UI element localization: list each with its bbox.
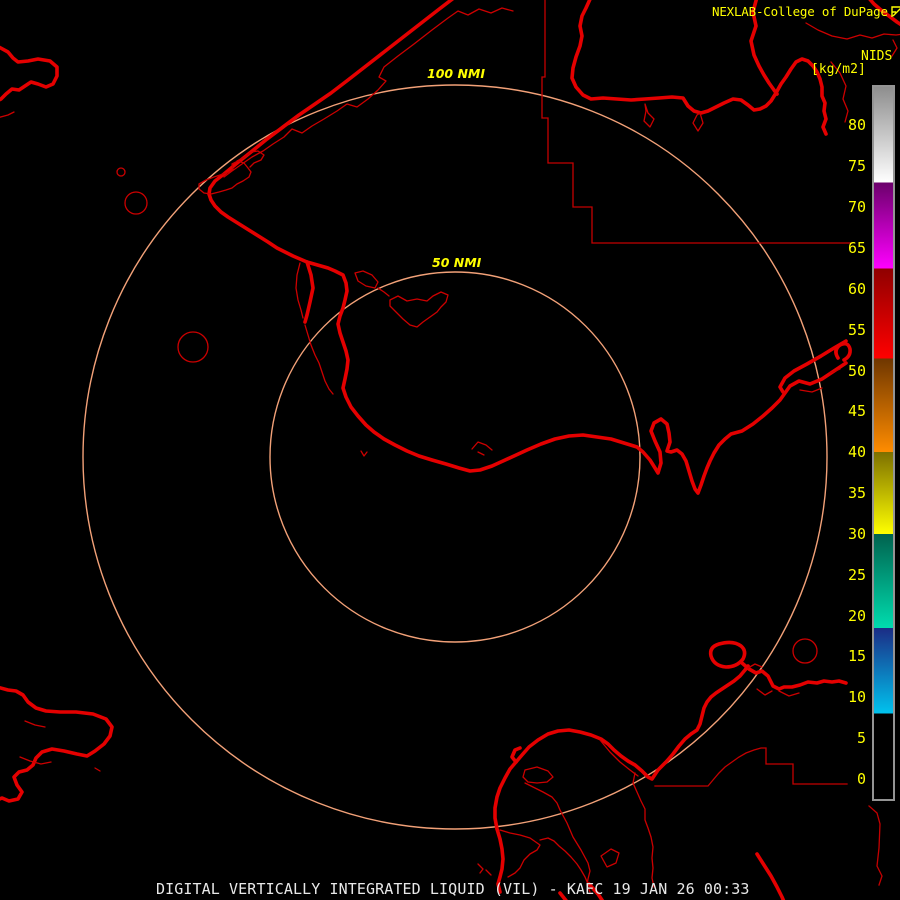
- island-top-left: [0, 45, 59, 102]
- island-southwest: [0, 685, 114, 803]
- estuary-detail-5: [632, 772, 655, 888]
- coastline-east: [740, 661, 848, 691]
- scale-tick-label: 55: [847, 320, 866, 339]
- boundary-right-edge: [868, 805, 883, 886]
- coastline-bottom-right: [755, 852, 786, 900]
- island-large-mid: [389, 291, 449, 328]
- brand-text: NEXLAB-College of DuPage: [712, 4, 888, 19]
- coast-detail-center: [471, 441, 493, 456]
- scale-tick-label: 45: [847, 402, 866, 421]
- lagoon-trail: [304, 324, 334, 395]
- scale-tick-label: 35: [847, 484, 866, 503]
- range-ring-label-100nmi: 100 NMI: [424, 66, 488, 81]
- range-ring-100nmi: [82, 84, 828, 830]
- scale-tick-label: 20: [847, 606, 866, 625]
- scale-tick-label: 0: [856, 770, 866, 788]
- scale-tick-label: 30: [847, 524, 866, 543]
- scale-tick-label: 80: [847, 116, 866, 135]
- scale-tick-label: 75: [847, 157, 866, 176]
- range-ring-50nmi: [269, 271, 641, 643]
- lagoon-outline-1: [198, 160, 252, 195]
- scale-units: [kg/m2]: [811, 62, 866, 77]
- radar-display: NEXLAB-College of DuPage NIDS [kg/m2] 05…: [0, 0, 900, 900]
- island-tl-tail: [0, 111, 15, 118]
- river-thin-west: [295, 262, 304, 319]
- estuary-detail-2: [524, 782, 591, 893]
- barrier-island-nw: [223, 7, 514, 178]
- scale-tick-label: 70: [847, 198, 866, 217]
- range-rings: [82, 84, 828, 830]
- boundary-northeast: [541, 0, 853, 244]
- inlet-loop-2: [692, 112, 704, 132]
- scale-tick-label: 25: [847, 565, 866, 584]
- range-ring-label-50nmi: 50 NMI: [429, 255, 485, 270]
- color-scale-bar: [872, 85, 895, 801]
- coastline-northwest: [207, 0, 848, 495]
- boundary-southeast: [654, 747, 848, 787]
- map-outlines-thick: [0, 0, 900, 900]
- river-spur: [303, 260, 315, 324]
- header-brand: NEXLAB-College of DuPage: [712, 4, 900, 19]
- product-caption: DIGITAL VERTICALLY INTEGRATED LIQUID (VI…: [156, 880, 750, 898]
- estuary-detail-3: [499, 829, 541, 878]
- estuary-inner-left: [599, 739, 639, 777]
- center-mark: [360, 450, 368, 457]
- lake-outline: [708, 640, 747, 669]
- inlet-loop-1: [643, 103, 655, 128]
- river-curl-east: [834, 341, 852, 362]
- scale-tick-label: 65: [847, 238, 866, 257]
- estuary-detail-4: [539, 837, 589, 885]
- estuary-detail-1: [522, 766, 554, 784]
- scale-tick-label: 60: [847, 279, 866, 298]
- scale-tick-label: 5: [856, 729, 866, 748]
- scale-tick-label: 50: [847, 361, 866, 380]
- small-lake-ring-3: [177, 331, 209, 363]
- lake-thin-details: [747, 663, 800, 697]
- map-outlines-thin: [0, 7, 900, 893]
- estuary-detail-6: [477, 848, 620, 876]
- scale-tick-label: 15: [847, 647, 866, 666]
- small-lake-ring-1: [116, 167, 126, 177]
- small-lake-ring-2: [124, 191, 148, 215]
- estuary-outline: [493, 664, 750, 894]
- scale-tick-label: 10: [847, 688, 866, 707]
- radar-map: [0, 0, 900, 900]
- small-lake-ring-4: [792, 638, 818, 664]
- scale-tick-label: 40: [847, 443, 866, 462]
- cod-flag-icon: [891, 5, 900, 17]
- political-boundaries: [541, 0, 883, 886]
